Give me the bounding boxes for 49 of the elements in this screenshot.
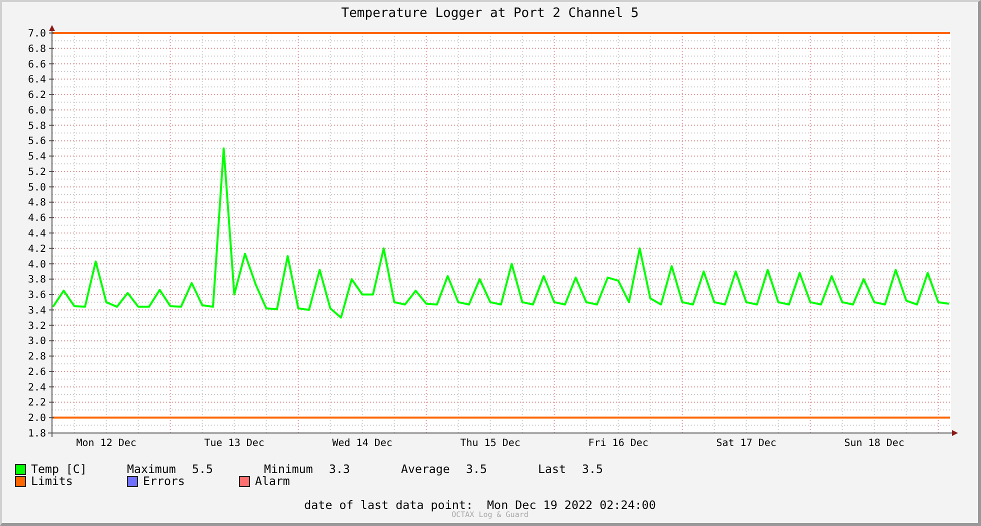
chart-title: Temperature Logger at Port 2 Channel 5	[341, 5, 639, 23]
axis-label: Tue 13 Dec	[204, 438, 264, 449]
axis-label: 3.6	[28, 290, 46, 302]
axis-label: 5.4	[28, 152, 46, 163]
stat-value: 3.3	[329, 463, 351, 475]
axis-label: 3.2	[28, 320, 46, 332]
axis-label: 4.4	[28, 228, 46, 240]
stat-label: Average	[401, 463, 451, 475]
axis-label: 6.8	[28, 44, 46, 55]
axis-label: 4.2	[28, 244, 46, 255]
legend-label: Temp [C]	[31, 463, 87, 475]
axis-label: 5.0	[28, 182, 46, 194]
axis-label: 5.6	[28, 136, 46, 148]
axis-label: 7.0	[28, 28, 46, 40]
axis-label: Mon 12 Dec	[76, 438, 136, 449]
axis-label: 4.0	[28, 259, 46, 270]
axis-label: Sat 17 Dec	[716, 438, 776, 449]
axis-label: 5.2	[28, 166, 46, 178]
axis-label: Wed 14 Dec	[332, 438, 392, 449]
last-data-date: Mon Dec 19 2022 02:24:00	[487, 499, 656, 511]
axis-label: 2.0	[28, 413, 46, 424]
legend-label: Alarm	[255, 475, 290, 487]
axis-label: 6.0	[28, 105, 46, 116]
axis-label: 5.8	[28, 120, 46, 132]
axis-label: 2.8	[28, 352, 46, 363]
axis-label: Sun 18 Dec	[844, 438, 904, 449]
axis-label: 6.6	[28, 59, 46, 70]
stat-label: Last	[538, 463, 567, 475]
axis-label: 4.6	[28, 213, 46, 224]
axis-label: 3.8	[28, 274, 46, 286]
legend-label: Limits	[31, 475, 73, 487]
legend-label: Errors	[143, 475, 185, 487]
axis-label: 2.4	[28, 382, 46, 394]
axis-label: 4.8	[28, 198, 46, 209]
axis-label: 1.8	[28, 428, 46, 440]
axis-label: 2.6	[28, 366, 46, 378]
stat-label: Minimum	[264, 463, 314, 475]
axis-label: 3.0	[28, 336, 46, 348]
stat-value: 5.5	[192, 463, 214, 475]
axis-label: 2.2	[28, 398, 46, 409]
axis-label: 3.4	[28, 305, 46, 316]
stat-label: Maximum	[127, 463, 177, 475]
axis-label: 6.2	[28, 90, 46, 102]
last-data-label: date of last data point:	[304, 499, 473, 511]
axis-label: 6.4	[28, 74, 46, 86]
stat-value: 3.5	[582, 463, 604, 475]
axis-label: Fri 16 Dec	[588, 438, 648, 449]
stat-value: 3.5	[466, 463, 488, 475]
axis-label: Thu 15 Dec	[460, 438, 520, 449]
